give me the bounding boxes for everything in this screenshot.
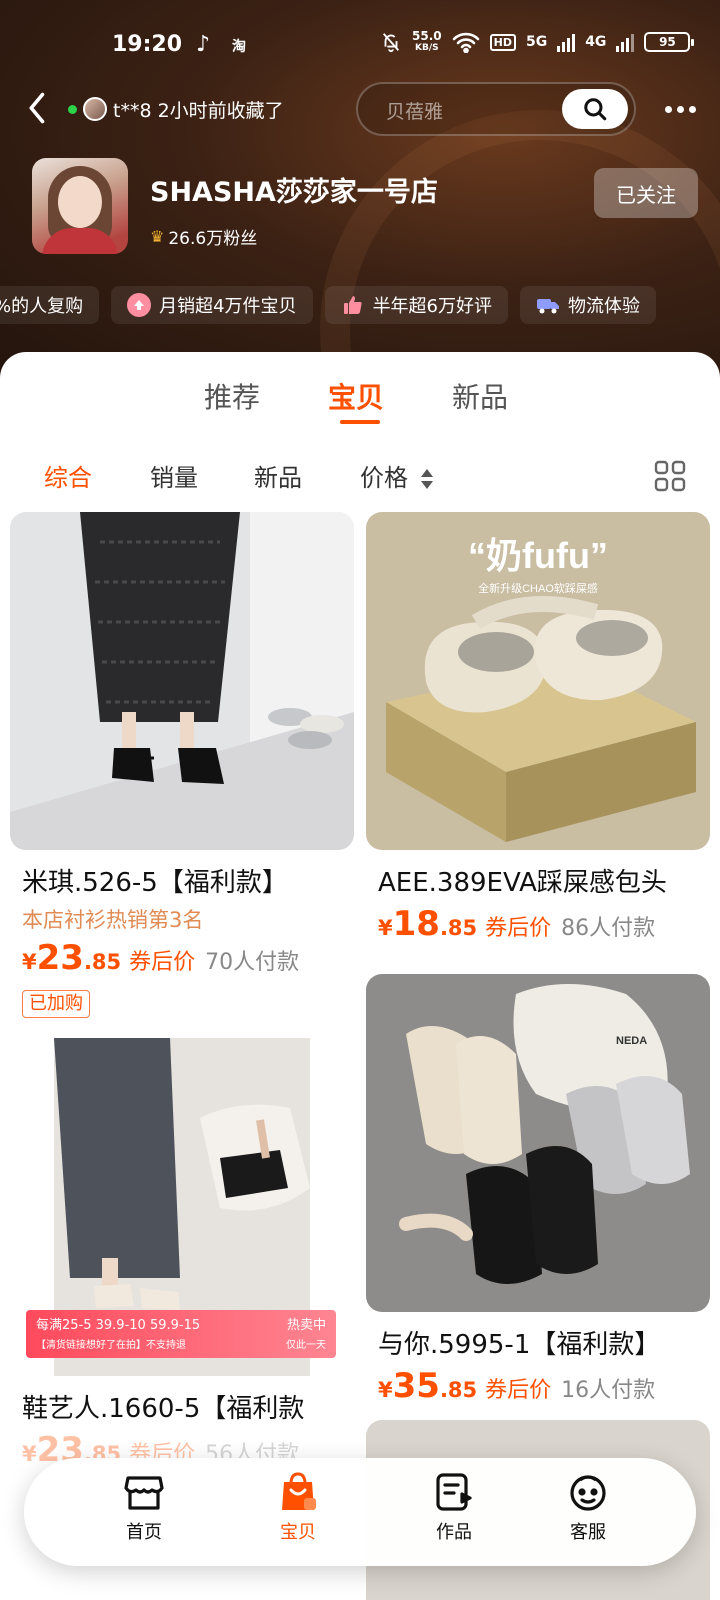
search-icon [584,98,607,121]
active-tab-indicator [340,420,380,424]
signal-bars-icon [557,32,576,52]
product-price: ¥ 18 .85 券后价 86人付款 [378,904,656,944]
tab-products[interactable]: 宝贝 [328,376,384,416]
visitor-avatar [83,97,107,121]
badge-monthly-sales[interactable]: 月销超4万件宝贝 [111,286,313,324]
dot-icon [676,105,684,113]
bottom-nav: 首页 宝贝 作品 客服 [24,1458,696,1566]
status-time: 19:20 [112,32,183,57]
grid-view-icon [654,460,686,492]
online-dot-icon [68,104,77,114]
svg-text:NEDA: NEDA [616,1035,647,1047]
product-image[interactable]: “奶fufu” 全新升级CHAO软踩屎感 [366,512,710,850]
shop-name[interactable]: SHASHA莎莎家一号店 [150,170,438,209]
visitor-text: t**8 2小时前收藏了 [113,99,284,122]
svg-text:全新升级CHAO软踩屎感: 全新升级CHAO软踩屎感 [478,581,598,595]
product-title[interactable]: AEE.389EVA踩屎感包头 [378,862,667,899]
shop-search-box[interactable]: 贝蓓雅 [356,82,636,136]
dot-icon [664,105,672,113]
tab-new[interactable]: 新品 [452,376,508,416]
shop-home-icon [124,1476,164,1510]
visitor-activity[interactable]: t**8 2小时前收藏了 [60,94,284,124]
product-title[interactable]: 米琪.526-5【福利款】 [22,862,288,899]
product-image[interactable]: NEDA [366,974,710,1312]
more-menu-button[interactable] [660,94,700,124]
service-icon [570,1475,606,1511]
music-note-icon: ♪ [196,32,211,57]
network-5g-label: 5G [525,34,548,50]
hd-indicator: HD [489,33,516,51]
wifi-icon [452,32,479,53]
shop-avatar[interactable] [32,158,128,254]
nav-home[interactable]: 首页 [94,1472,194,1552]
taobao-indicator: 淘 [232,39,246,55]
sort-new[interactable]: 新品 [254,458,302,493]
status-bar: 19:20 ♪ 淘 55.0 KB/S HD 5G 4G 95 [0,30,720,66]
status-right-group: 55.0 KB/S HD 5G 4G 95 [380,29,695,54]
thumb-up-icon [341,293,365,317]
works-icon [436,1473,472,1511]
nav-works[interactable]: 作品 [404,1472,504,1552]
top-nav: t**8 2小时前收藏了 贝蓓雅 [0,82,720,138]
chevron-left-icon [29,92,45,124]
badge-logistics[interactable]: 物流体验 [520,286,657,324]
product-title[interactable]: 与你.5995-1【福利款】 [378,1324,660,1361]
signal-bars-icon [616,32,635,52]
mute-bell-icon [382,33,400,53]
sort-arrows-icon [420,469,433,489]
products-panel: 推荐 宝贝 新品 综合 销量 新品 价格 米琪.526-5【福利款】 本店衬衫热… [0,352,720,1600]
fans-count: ♛ 26.6万粉丝 [150,227,258,249]
nav-products[interactable]: 宝贝 [248,1472,348,1552]
sort-sales[interactable]: 销量 [150,458,198,493]
sort-price[interactable]: 价格 [360,458,434,493]
product-price: ¥ 23 .85 券后价 70人付款 [22,938,300,978]
battery-icon: 95 [644,32,695,52]
shop-badges-row: %的人复购 月销超4万件宝贝 半年超6万好评 物流体验 [0,286,657,326]
back-button[interactable] [24,90,56,130]
sort-comprehensive[interactable]: 综合 [44,458,92,493]
search-button[interactable] [562,89,628,129]
product-price: ¥ 35 .85 券后价 16人付款 [378,1366,656,1406]
search-input[interactable]: 贝蓓雅 [386,97,443,124]
dot-icon [688,105,696,113]
layout-toggle-button[interactable] [654,460,686,492]
bag-icon [282,1472,316,1510]
badge-good-reviews[interactable]: 半年超6万好评 [324,286,509,324]
badge-repurchase[interactable]: %的人复购 [0,286,100,324]
product-image[interactable]: 每满25-5 39.9-10 59.9-15 【清货链接想好了在拍】不支持退 热… [10,1038,354,1376]
product-rank-subtitle[interactable]: 本店衬衫热销第3名 [22,904,203,934]
product-title[interactable]: 鞋艺人.1660-5【福利款 [22,1388,304,1425]
arrow-up-icon [127,293,152,317]
truck-icon [536,293,560,317]
svg-text:“奶fufu”: “奶fufu” [468,535,608,576]
added-to-cart-tag: 已加购 [22,990,90,1018]
promo-banner: 每满25-5 39.9-10 59.9-15 【清货链接想好了在拍】不支持退 热… [26,1310,336,1358]
tab-recommend[interactable]: 推荐 [204,376,260,416]
network-4g-label: 4G [585,34,607,50]
sort-bar: 综合 销量 新品 价格 [0,452,720,496]
product-image[interactable] [10,512,354,850]
shop-tabs: 推荐 宝贝 新品 [0,376,720,436]
nav-service[interactable]: 客服 [538,1472,638,1552]
net-speed: 55.0 KB/S [412,29,442,53]
follow-button[interactable]: 已关注 [594,168,698,218]
crown-icon: ♛ [150,227,165,246]
